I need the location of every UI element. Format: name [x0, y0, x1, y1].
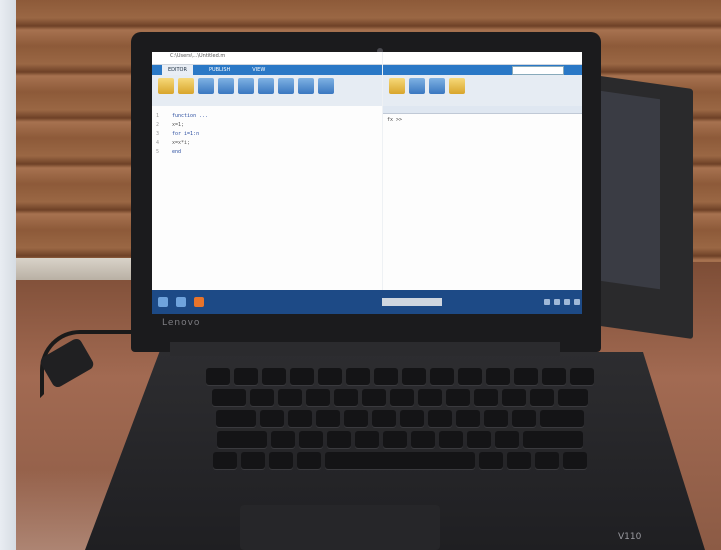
code-line: 3 for i=1:n [156, 131, 200, 137]
command-titlebar [383, 52, 582, 75]
keyboard-row [150, 389, 650, 406]
wall-edge [0, 0, 16, 550]
tab-publish[interactable]: PUBLISH [203, 65, 236, 75]
find-icon[interactable] [218, 78, 234, 94]
matlab-editor-window: C:\Users\...\Untitled.m EDITOR PUBLISH V… [152, 52, 382, 290]
code-line: 1 function ... [156, 113, 209, 119]
code-editor[interactable]: 1 function ... 2 x=1; 3 for i=1:n 4 x=x*i; 5… [152, 106, 382, 290]
editor-tabs: EDITOR PUBLISH VIEW [152, 65, 382, 75]
keyboard-row [150, 431, 650, 448]
system-tray [544, 299, 580, 305]
keyboard-row [150, 410, 650, 427]
open-file-icon[interactable] [178, 78, 194, 94]
run-advance-icon[interactable] [298, 78, 314, 94]
save-icon[interactable] [198, 78, 214, 94]
keyboard-row [150, 452, 650, 469]
battery-icon[interactable] [564, 299, 570, 305]
new-file-icon[interactable] [158, 78, 174, 94]
matlab-taskbar-icon[interactable] [194, 297, 204, 307]
model-label: V110 [618, 532, 642, 542]
search-documentation-input[interactable] [512, 66, 564, 75]
tab-view[interactable]: VIEW [246, 65, 271, 75]
touchpad [240, 505, 440, 550]
breakpoint-icon[interactable] [258, 78, 274, 94]
start-icon[interactable] [158, 297, 168, 307]
command-prompt[interactable]: fx >> [383, 114, 582, 126]
volume-icon[interactable] [554, 299, 560, 305]
second-monitor-screen [600, 90, 660, 290]
tab-editor[interactable]: EDITOR [162, 65, 193, 75]
run-icon[interactable] [278, 78, 294, 94]
laptop-keyboard [150, 368, 650, 488]
laptop-screen: C:\Users\...\Untitled.m EDITOR PUBLISH V… [152, 52, 582, 314]
code-line: 2 x=1; [156, 122, 185, 128]
editor-title: C:\Users\...\Untitled.m [170, 53, 226, 59]
network-icon[interactable] [544, 299, 550, 305]
clock-icon[interactable] [574, 299, 580, 305]
brand-logo: Lenovo [162, 318, 201, 328]
laptop-hinge [170, 342, 560, 356]
windows-taskbar [152, 290, 582, 314]
workspace-icon[interactable] [429, 78, 445, 94]
command-window-pane[interactable]: fx >> [383, 106, 582, 290]
new-script-icon[interactable] [389, 78, 405, 94]
code-line: 4 x=x*i; [156, 140, 191, 146]
command-window-header [383, 106, 582, 114]
editor-titlebar: C:\Users\...\Untitled.m [152, 52, 382, 65]
keyboard-row [150, 368, 650, 385]
run-section-icon[interactable] [318, 78, 334, 94]
indent-icon[interactable] [238, 78, 254, 94]
import-data-icon[interactable] [409, 78, 425, 94]
taskbar-search-box[interactable] [382, 298, 442, 306]
code-line: 5 end [156, 149, 182, 155]
photo-scene: V110 Lenovo C:\Users\...\Untitled.m EDIT… [0, 0, 721, 550]
preferences-icon[interactable] [449, 78, 465, 94]
matlab-command-window: fx >> [383, 52, 582, 290]
file-explorer-icon[interactable] [176, 297, 186, 307]
